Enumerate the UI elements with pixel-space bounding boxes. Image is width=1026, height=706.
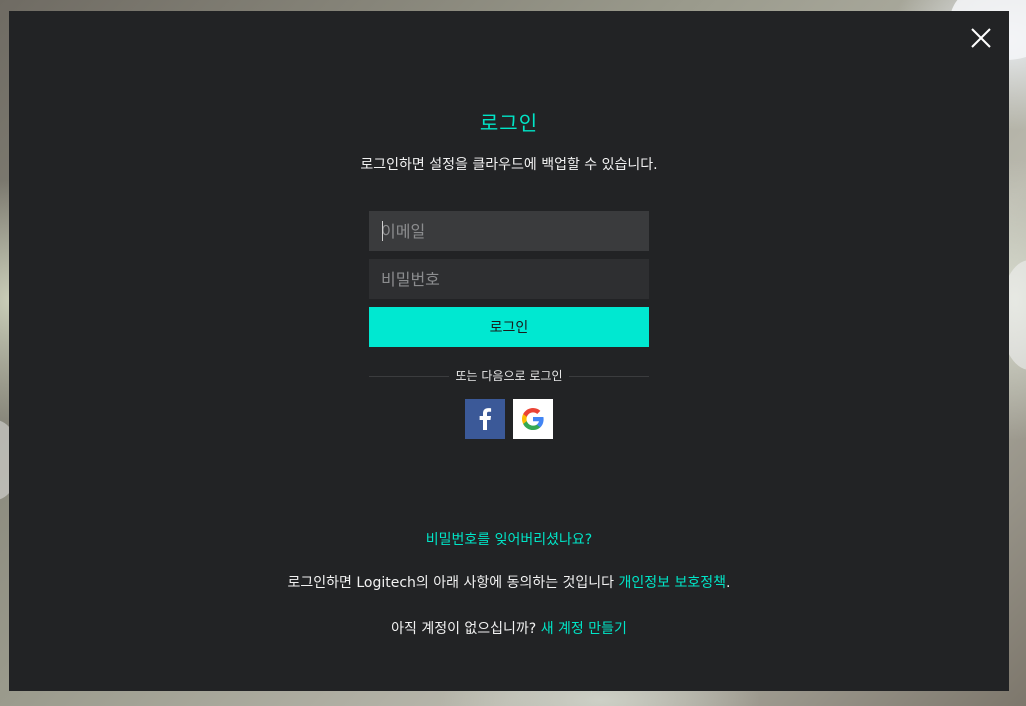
signup-label: 아직 계정이 없으십니까? [391,621,541,637]
google-icon [522,408,544,430]
close-button[interactable] [969,26,993,50]
facebook-login-button[interactable] [465,399,505,439]
terms-label: 로그인하면 Logitech의 아래 사항에 동의하는 것입니다 [287,575,619,591]
forgot-password-link[interactable]: 비밀번호를 잊어버리셨나요? [9,529,1009,549]
create-account-link[interactable]: 새 계정 만들기 [541,621,627,637]
password-input[interactable] [369,259,649,299]
terms-suffix: . [726,575,731,591]
text-cursor [382,221,383,241]
divider-label: 또는 다음으로 로그인 [450,369,568,383]
login-dialog: 로그인 로그인하면 설정을 클라우드에 백업할 수 있습니다. 로그인 또는 다… [9,11,1009,691]
divider: 또는 다음으로 로그인 [369,367,649,384]
dialog-title: 로그인 [479,111,539,135]
close-icon [971,28,991,48]
facebook-icon [479,408,492,430]
google-login-button[interactable] [513,399,553,439]
terms-text: 로그인하면 Logitech의 아래 사항에 동의하는 것입니다 개인정보 보호… [9,572,1009,592]
signup-prompt: 아직 계정이 없으십니까? 새 계정 만들기 [9,618,1009,638]
privacy-policy-link[interactable]: 개인정보 보호정책 [619,575,727,591]
dialog-subtitle: 로그인하면 설정을 클라우드에 백업할 수 있습니다. [360,157,658,173]
login-button[interactable]: 로그인 [369,307,649,347]
email-input[interactable] [369,211,649,251]
